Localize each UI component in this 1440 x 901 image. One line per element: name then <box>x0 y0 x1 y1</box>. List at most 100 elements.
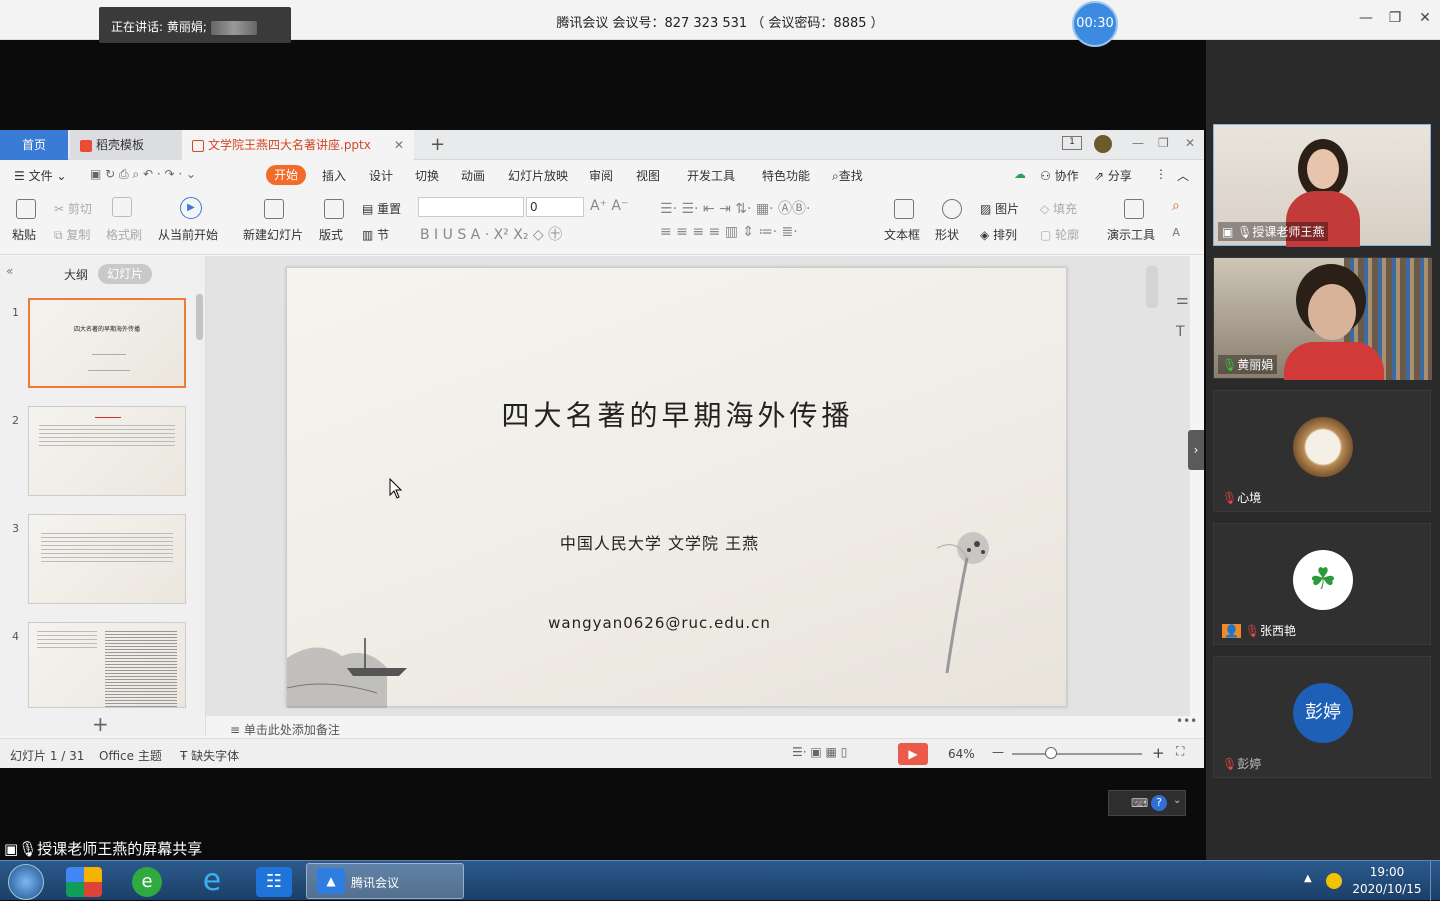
tab-outline[interactable]: 大纲 <box>64 266 88 283</box>
find-icon[interactable]: ⌕ <box>1172 198 1180 214</box>
copy-button[interactable]: ⧉ 复制 <box>54 226 90 243</box>
section-button[interactable]: ▥ 节 <box>362 226 389 243</box>
zoom-level[interactable]: 64% <box>948 747 975 761</box>
zoom-out-icon[interactable]: — <box>992 745 1004 759</box>
arrange-button[interactable]: ◈ 排列 <box>980 226 1017 243</box>
present-tools-button[interactable]: 演示工具 <box>1107 226 1155 243</box>
menu-transition[interactable]: 切换 <box>415 167 439 184</box>
menu-review[interactable]: 审阅 <box>589 167 613 184</box>
restore-icon[interactable]: ❐ <box>1158 136 1169 150</box>
expand-panel-icon[interactable]: › <box>1188 430 1204 470</box>
format-painter-label[interactable]: 格式刷 <box>106 226 142 243</box>
close-icon[interactable]: ✕ <box>1185 136 1195 150</box>
font-name-input[interactable] <box>418 197 524 217</box>
menu-insert[interactable]: 插入 <box>322 167 346 184</box>
add-slide-icon[interactable]: + <box>92 712 109 736</box>
menu-design[interactable]: 设计 <box>369 167 393 184</box>
from-current-button[interactable]: 从当前开始 <box>158 226 218 243</box>
shape-button[interactable]: 形状 <box>935 226 959 243</box>
tab-document[interactable]: 文学院王燕四大名著讲座.pptx ✕ <box>182 130 414 160</box>
picture-button[interactable]: ▨ 图片 <box>980 200 1019 217</box>
more-icon[interactable]: ⋮ <box>1155 167 1167 181</box>
zoom-slider[interactable] <box>1012 753 1142 755</box>
fill-button[interactable]: ◇ 填充 <box>1040 200 1077 217</box>
list-icons[interactable]: ☰· ☰· ⇤ ⇥ ⇅· ▦· ⒶⒷ· <box>660 198 810 218</box>
cut-button[interactable]: ✂ 剪切 <box>54 200 92 217</box>
window-count-icon[interactable]: 1 <box>1062 136 1082 150</box>
slide-scrollbar[interactable] <box>1146 266 1158 308</box>
text-tool-icon[interactable]: T <box>1176 324 1185 340</box>
slide-thumbnail[interactable] <box>28 406 186 496</box>
participant-tile[interactable]: ☘ 👤 🎙张西艳 <box>1213 523 1431 645</box>
properties-icon[interactable]: ⚌ <box>1176 292 1189 308</box>
close-icon[interactable]: ✕ <box>1415 10 1435 26</box>
close-tab-icon[interactable]: ✕ <box>394 130 404 160</box>
participant-tile[interactable]: 🎙心境 <box>1213 390 1431 512</box>
reset-button[interactable]: ▤ 重置 <box>362 200 401 217</box>
keyboard-icon[interactable]: ⌨ <box>1131 796 1148 810</box>
ie-icon[interactable]: e <box>194 866 230 897</box>
tray-app-icon[interactable] <box>1326 873 1342 889</box>
slide-canvas[interactable]: 四大名著的早期海外传播 中国人民大学 文学院 王燕 wangyan0626@ru… <box>286 267 1068 708</box>
taskbar-meeting-app[interactable]: ▲ 腾讯会议 <box>306 863 464 899</box>
collab-button[interactable]: ⚇ 协作 <box>1040 167 1079 184</box>
slide-thumbnail[interactable] <box>28 622 186 708</box>
theme-name[interactable]: Office 主题 <box>99 747 162 764</box>
participant-tile[interactable]: 彭婷 🎙彭婷 <box>1213 656 1431 778</box>
options-icon[interactable]: ⌄ <box>1173 795 1181 806</box>
replace-icon[interactable]: ᴀ <box>1172 224 1180 240</box>
tab-slides[interactable]: 幻灯片 <box>98 264 152 284</box>
new-slide-button[interactable]: 新建幻灯片 <box>243 226 303 243</box>
participant-video[interactable]: ▣ 🎙授课老师王燕 <box>1213 124 1431 247</box>
menu-file[interactable]: ☰ 文件 ⌄ <box>14 167 66 184</box>
restore-icon[interactable]: ❐ <box>1385 10 1405 26</box>
menu-view[interactable]: 视图 <box>636 167 660 184</box>
slide-thumbnail[interactable] <box>28 514 186 604</box>
paste-button[interactable] <box>16 199 36 222</box>
quick-access-icons[interactable]: ▣ ↻ ⎙ ⌕ ↶ · ↷ · ⌄ <box>90 167 196 182</box>
align-icons[interactable]: ≡ ≡ ≡ ≡ ▥ ⇕ ≔· ≣· <box>660 224 798 240</box>
textbox-button[interactable]: 文本框 <box>884 226 920 243</box>
tab-template[interactable]: 稻壳模板 <box>70 130 182 160</box>
explorer-icon[interactable]: ☷ <box>256 867 292 897</box>
menu-dev[interactable]: 开发工具 <box>687 167 735 184</box>
font-size-input[interactable]: 0 <box>526 197 584 217</box>
font-size-icons[interactable]: A⁺ A⁻ <box>590 198 628 214</box>
notes-area[interactable]: ≡ 单击此处添加备注 <box>206 716 1156 738</box>
share-button[interactable]: ⇗ 分享 <box>1094 167 1132 184</box>
new-tab-icon[interactable]: + <box>430 134 445 155</box>
browser-360-icon[interactable]: e <box>132 867 162 897</box>
photo-app-icon[interactable] <box>66 867 102 897</box>
slide-thumbnail[interactable]: 四大名著的早期海外传播 <box>28 298 186 388</box>
minimize-icon[interactable]: — <box>1132 136 1144 150</box>
zoom-handle[interactable] <box>1045 747 1057 759</box>
help-icon[interactable]: ? <box>1151 795 1167 811</box>
collapse-ribbon-icon[interactable]: ︿ <box>1177 167 1189 184</box>
menu-special[interactable]: 特色功能 <box>762 167 810 184</box>
minimize-icon[interactable]: — <box>1356 10 1376 26</box>
more-icon[interactable]: ••• <box>1176 714 1197 728</box>
avatar[interactable] <box>1094 135 1112 153</box>
start-button[interactable] <box>8 864 44 900</box>
cloud-icon[interactable]: ☁ <box>1014 167 1026 181</box>
play-slideshow-button[interactable]: ▶ <box>898 743 928 765</box>
menu-slideshow[interactable]: 幻灯片放映 <box>508 167 568 184</box>
pane-scrollbar[interactable] <box>196 294 203 340</box>
participant-video[interactable]: 🎙黄丽娟 <box>1213 257 1432 380</box>
slide-title[interactable]: 四大名著的早期海外传播 <box>287 394 1068 434</box>
view-mode-icons[interactable]: ☰· ▣ ▦ ▯ <box>792 745 847 759</box>
text-format-icons[interactable]: B I U S A · X² X₂ ◇ ㊉ <box>420 224 562 244</box>
menu-start[interactable]: 开始 <box>266 165 306 185</box>
zoom-in-icon[interactable]: + <box>1152 744 1165 762</box>
tab-home[interactable]: 首页 <box>0 130 68 160</box>
fit-window-icon[interactable]: ⛶ <box>1176 744 1184 759</box>
missing-font-button[interactable]: Ŧ 缺失字体 <box>180 747 239 764</box>
clock[interactable]: 19:00 2020/10/15 <box>1346 864 1428 898</box>
layout-button[interactable]: 版式 <box>319 226 343 243</box>
tray-expand-icon[interactable]: ▲ <box>1304 873 1312 884</box>
ime-toolbar[interactable]: ⌨ ? ⌄ <box>1108 790 1186 816</box>
show-desktop-button[interactable] <box>1430 861 1440 901</box>
search-button[interactable]: ⌕查找 <box>832 167 863 184</box>
outline-button[interactable]: ▢ 轮廓 <box>1040 226 1079 243</box>
collapse-pane-icon[interactable]: « <box>6 264 13 278</box>
